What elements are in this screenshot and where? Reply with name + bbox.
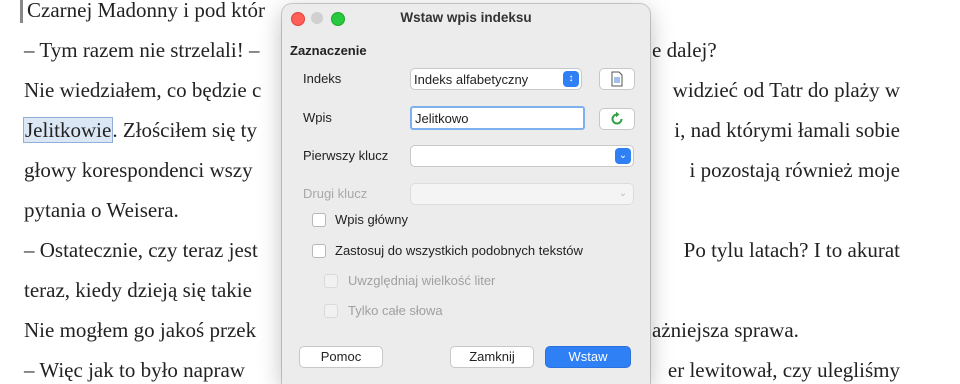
whole-words-label: Tylko całe słowa [348,303,443,318]
apply-all-checkbox[interactable] [312,244,326,258]
doc-line: – Więc jak to było napraw [24,358,245,382]
index-select[interactable]: Indeks alfabetyczny ↕ [410,68,582,90]
doc-line-right: i, nad którymi łamali sobie [674,118,900,142]
second-key-combobox: ⌄ [410,183,634,205]
index-select-value: Indeks alfabetyczny [414,72,529,87]
dialog-title: Wstaw wpis indeksu [400,10,532,25]
dropdown-chevron-icon: ⌄ [615,148,631,164]
close-button[interactable]: Zamknij [450,346,534,368]
new-index-button[interactable] [599,68,635,90]
doc-line: głowy korespondenci wszy [24,158,253,182]
doc-line: Nie mogłem go jakoś przek [24,318,257,342]
help-button[interactable]: Pomoc [299,346,383,368]
new-index-icon [611,71,623,87]
doc-line-right: widzieć od Tatr do plaży w [672,78,900,102]
doc-line: Jelitkowie. Złościłem się ty [22,117,257,143]
doc-line: Czarnej Madonny i pod któr [20,0,265,23]
doc-line-right: Po tylu latach? I to akurat [683,238,900,262]
doc-line-right: er lewitował, czy ulegliśmy [667,358,900,382]
main-entry-checkbox[interactable] [312,213,326,227]
dialog-titlebar[interactable]: Wstaw wpis indeksu [282,4,650,32]
doc-line-right: ażniejsza sprawa. [652,318,799,342]
apply-all-label: Zastosuj do wszystkich podobnych tekstów [335,243,583,258]
doc-line-right: e dalej? [652,38,717,62]
section-heading: Zaznaczenie [290,43,367,58]
whole-words-checkbox [324,304,338,318]
entry-input[interactable]: Jelitkowo [410,106,585,130]
second-key-label: Drugi klucz [303,186,368,201]
dropdown-chevron-icon: ↕ [563,71,579,87]
first-key-label: Pierwszy klucz [303,148,389,163]
insert-button[interactable]: Wstaw [545,346,631,368]
doc-line: pytania o Weisera. [24,198,179,222]
doc-line: teraz, kiedy dzieją się takie [24,278,252,302]
doc-line: – Tym razem nie strzelali! – [24,38,260,62]
doc-line: – Ostatecznie, czy teraz jest [24,238,258,262]
index-label: Indeks [303,71,342,86]
refresh-icon [611,111,623,125]
doc-line-right: i pozostają również moje [689,158,900,182]
entry-input-value: Jelitkowo [415,111,469,126]
match-case-label: Uwzględniaj wielkość liter [348,273,496,288]
main-entry-label: Wpis główny [335,212,408,227]
insert-index-entry-dialog: Wstaw wpis indeksu Zaznaczenie Indeks In… [282,4,650,384]
match-case-checkbox [324,274,338,288]
first-key-combobox[interactable]: ⌄ [410,145,634,167]
refresh-button[interactable] [599,108,635,130]
dropdown-chevron-icon: ⌄ [618,188,628,199]
selected-word[interactable]: Jelitkowie [22,117,114,143]
entry-label: Wpis [303,110,332,125]
doc-line: Nie wiedziałem, co będzie c [24,78,262,102]
